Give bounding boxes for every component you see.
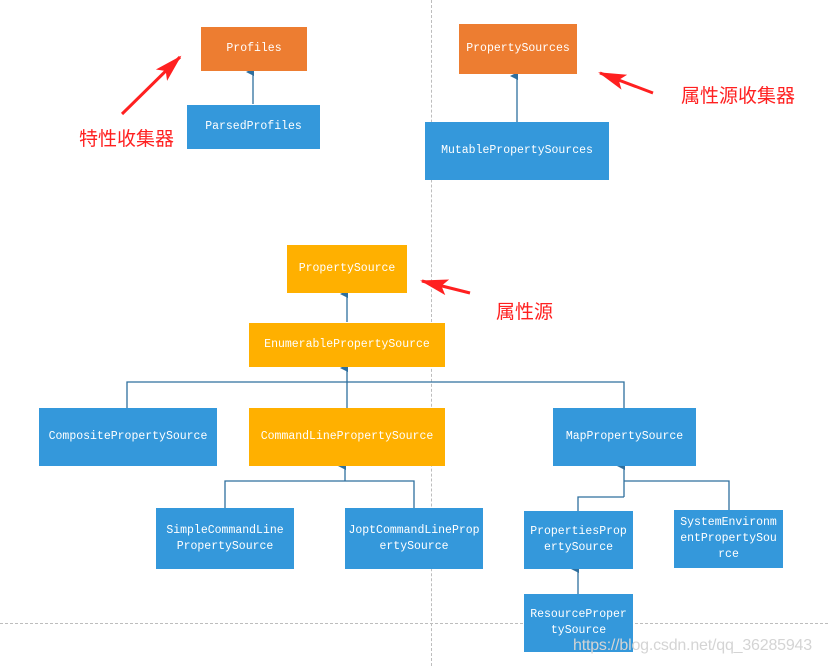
node-property-source[interactable]: PropertySource xyxy=(287,245,407,293)
edge-map-enumerable xyxy=(347,381,625,408)
node-command-line-property-source[interactable]: CommandLinePropertySource xyxy=(249,408,445,466)
edge-simple-commandline xyxy=(224,480,345,508)
annotation-property-sources-collector: 属性源收集器 xyxy=(681,85,796,107)
node-mutable-property-sources[interactable]: MutablePropertySources xyxy=(425,122,609,180)
node-map-property-source[interactable]: MapPropertySource xyxy=(553,408,696,466)
watermark-text: https://blog.csdn.net/qq_36285943 xyxy=(573,637,812,654)
edge-properties-map xyxy=(577,496,624,511)
annotation-profiles-collector: 特性收集器 xyxy=(79,128,175,150)
node-system-environment-property-source[interactable]: SystemEnvironmentPropertySource xyxy=(674,510,783,568)
annotation-arrow-propertysources xyxy=(598,71,654,95)
node-parsed-profiles[interactable]: ParsedProfiles xyxy=(187,105,320,149)
node-composite-property-source[interactable]: CompositePropertySource xyxy=(39,408,217,466)
edge-sysenv-map xyxy=(624,480,730,510)
annotation-arrow-profiles xyxy=(120,55,182,116)
annotation-property-source: 属性源 xyxy=(496,301,554,323)
annotation-arrow-propertysource xyxy=(420,279,471,296)
node-simple-command-line-property-source[interactable]: SimpleCommandLinePropertySource xyxy=(156,508,294,569)
edge-jopt-commandline xyxy=(345,480,415,508)
node-jopt-command-line-property-source[interactable]: JoptCommandLinePropertySource xyxy=(345,508,483,569)
node-property-sources[interactable]: PropertySources xyxy=(459,24,577,74)
edge-composite-enumerable xyxy=(126,381,347,408)
node-properties-property-source[interactable]: PropertiesPropertySource xyxy=(524,511,633,569)
node-enumerable-property-source[interactable]: EnumerablePropertySource xyxy=(249,323,445,367)
node-profiles[interactable]: Profiles xyxy=(201,27,307,71)
